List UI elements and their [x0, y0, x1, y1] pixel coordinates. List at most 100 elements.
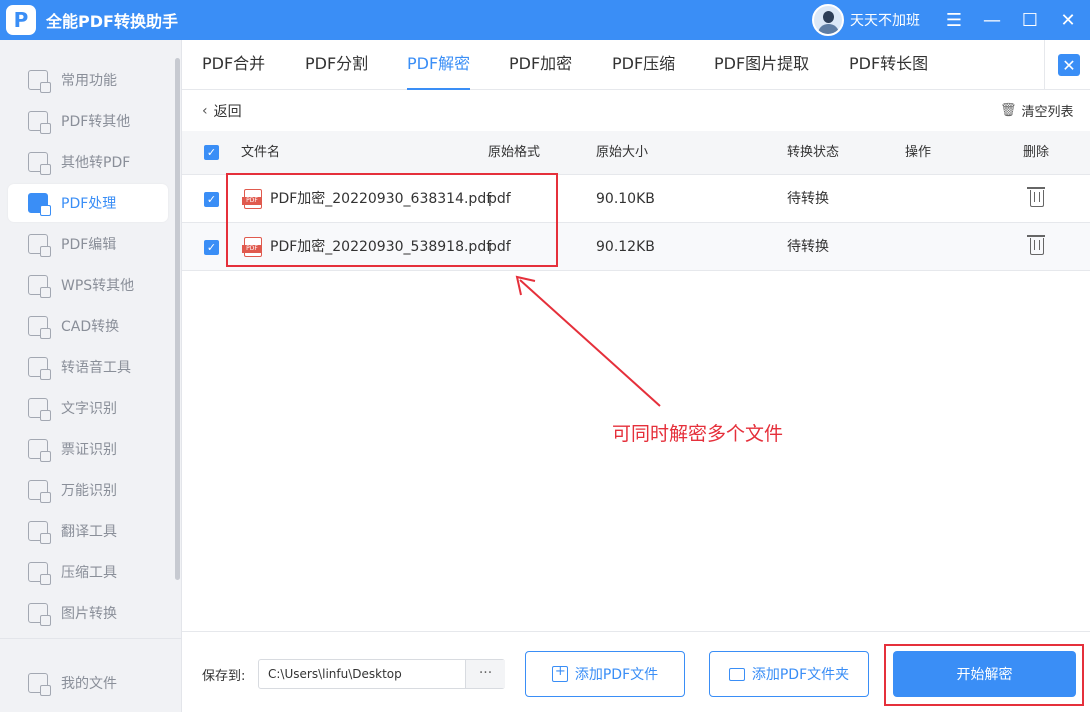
- clear-list-button[interactable]: 🗑 清空列表: [1000, 101, 1074, 120]
- add-folder-label: 添加PDF文件夹: [751, 667, 850, 683]
- sidebar-item-label: 其他转PDF: [61, 155, 131, 171]
- tab-pdf-encrypt[interactable]: PDF加密: [509, 40, 572, 90]
- sidebar-item-label: 转语音工具: [61, 360, 131, 376]
- minimize-icon[interactable]: —: [980, 8, 1004, 32]
- title-bar: P 全能PDF转换助手 天天不加班 ☰ — ☐ ✕: [0, 0, 1090, 40]
- column-filename: 文件名: [241, 145, 281, 160]
- sidebar-item-text-recognition[interactable]: 文字识别: [8, 389, 168, 427]
- sidebar-item-pdf-to-other[interactable]: PDF转其他: [8, 102, 168, 140]
- annotation-highlight-start: [884, 644, 1084, 706]
- bottom-divider: [182, 631, 1090, 632]
- pdf-edit-icon: [28, 234, 51, 257]
- sidebar-item-pdf-edit[interactable]: PDF编辑: [8, 225, 168, 263]
- add-pdf-folder-button[interactable]: 添加PDF文件夹: [709, 651, 869, 697]
- sidebar-item-label: CAD转换: [61, 319, 120, 335]
- sidebar-item-text-to-speech[interactable]: 转语音工具: [8, 348, 168, 386]
- pdf-process-icon: [28, 193, 51, 216]
- tab-divider: [1044, 40, 1045, 90]
- universal-recognition-icon: [28, 480, 51, 503]
- sidebar: 常用功能 PDF转其他 其他转PDF PDF处理 PDF编辑 WPS转其他 CA…: [0, 40, 182, 712]
- sidebar-item-image-convert[interactable]: 图片转换: [8, 594, 168, 632]
- column-status: 转换状态: [787, 145, 840, 160]
- sidebar-item-label: 常用功能: [61, 73, 117, 89]
- translate-icon: [28, 521, 51, 544]
- maximize-icon[interactable]: ☐: [1018, 8, 1042, 32]
- sidebar-item-my-files[interactable]: 我的文件: [8, 664, 168, 702]
- sidebar-item-cad-convert[interactable]: CAD转换: [8, 307, 168, 345]
- sidebar-item-label: WPS转其他: [61, 278, 135, 294]
- tab-pdf-image-extract[interactable]: PDF图片提取: [714, 40, 809, 90]
- sidebar-item-other-to-pdf[interactable]: 其他转PDF: [8, 143, 168, 181]
- text-recognition-icon: [28, 398, 51, 421]
- pdf-to-other-icon: [28, 111, 51, 134]
- row-checkbox[interactable]: ✓: [204, 192, 219, 207]
- tab-pdf-split[interactable]: PDF分割: [305, 40, 368, 90]
- avatar[interactable]: [812, 4, 844, 36]
- sidebar-item-label: 万能识别: [61, 483, 117, 499]
- sidebar-item-compress[interactable]: 压缩工具: [8, 553, 168, 591]
- cad-convert-icon: [28, 316, 51, 339]
- app-logo-icon: P: [6, 5, 36, 35]
- sidebar-item-common[interactable]: 常用功能: [8, 61, 168, 99]
- select-all-checkbox[interactable]: ✓: [204, 145, 219, 160]
- sidebar-item-label: PDF处理: [61, 196, 117, 212]
- text-to-speech-icon: [28, 357, 51, 380]
- chevron-left-icon: ‹: [202, 103, 208, 119]
- sidebar-scrollbar[interactable]: [175, 58, 180, 580]
- image-convert-icon: [28, 603, 51, 626]
- file-status: 待转换: [787, 239, 829, 255]
- column-format: 原始格式: [488, 145, 541, 160]
- save-path-field[interactable]: C:\Users\linfu\Desktop ···: [258, 659, 505, 689]
- save-to-label: 保存到:: [202, 669, 246, 684]
- sidebar-item-pdf-process[interactable]: PDF处理: [8, 184, 168, 222]
- app-title: 全能PDF转换助手: [46, 12, 178, 31]
- annotation-text: 可同时解密多个文件: [612, 423, 784, 445]
- my-files-icon: [28, 673, 51, 696]
- sidebar-item-ticket-recognition[interactable]: 票证识别: [8, 430, 168, 468]
- column-size: 原始大小: [596, 145, 649, 160]
- row-checkbox[interactable]: ✓: [204, 240, 219, 255]
- sidebar-divider: [0, 638, 182, 639]
- table-header: ✓ 文件名 原始格式 原始大小 转换状态 操作 删除: [182, 131, 1090, 175]
- compress-icon: [28, 562, 51, 585]
- user-name[interactable]: 天天不加班: [850, 10, 920, 30]
- back-label: 返回: [213, 104, 242, 120]
- close-icon[interactable]: ✕: [1056, 8, 1080, 32]
- file-size: 90.12KB: [596, 239, 655, 255]
- sidebar-item-label: 票证识别: [61, 442, 117, 458]
- tab-bar: PDF合并 PDF分割 PDF解密 PDF加密 PDF压缩 PDF图片提取 PD…: [182, 40, 1090, 90]
- sidebar-item-translate[interactable]: 翻译工具: [8, 512, 168, 550]
- ticket-recognition-icon: [28, 439, 51, 462]
- common-functions-icon: [28, 70, 51, 93]
- sidebar-item-label: 压缩工具: [61, 565, 117, 581]
- sidebar-item-label: PDF编辑: [61, 237, 117, 253]
- folder-icon: [728, 667, 745, 681]
- tab-pdf-compress[interactable]: PDF压缩: [612, 40, 675, 90]
- delete-icon[interactable]: [1027, 235, 1045, 255]
- user-account[interactable]: 天天不加班: [812, 4, 920, 36]
- tab-pdf-merge[interactable]: PDF合并: [202, 40, 265, 90]
- menu-icon[interactable]: ☰: [942, 8, 966, 32]
- browse-button[interactable]: ···: [465, 660, 505, 688]
- add-pdf-file-button[interactable]: 添加PDF文件: [525, 651, 685, 697]
- back-button[interactable]: ‹ 返回: [202, 101, 242, 121]
- delete-icon[interactable]: [1027, 187, 1045, 207]
- tab-pdf-long-image[interactable]: PDF转长图: [849, 40, 928, 90]
- annotation-highlight-files: [226, 173, 558, 267]
- sidebar-item-label: PDF转其他: [61, 114, 131, 130]
- column-delete: 删除: [1023, 145, 1050, 160]
- tab-pdf-decrypt[interactable]: PDF解密: [407, 40, 471, 90]
- add-file-label: 添加PDF文件: [574, 667, 659, 683]
- column-action: 操作: [905, 145, 932, 160]
- sidebar-item-label: 图片转换: [61, 606, 117, 622]
- close-panel-icon[interactable]: ✕: [1058, 54, 1080, 76]
- save-path-value[interactable]: C:\Users\linfu\Desktop: [268, 660, 402, 688]
- wps-convert-icon: [28, 275, 51, 298]
- sidebar-item-label: 翻译工具: [61, 524, 117, 540]
- clear-list-label: 清空列表: [1021, 105, 1074, 120]
- other-to-pdf-icon: [28, 152, 51, 175]
- sidebar-item-wps-convert[interactable]: WPS转其他: [8, 266, 168, 304]
- file-status: 待转换: [787, 191, 829, 207]
- file-size: 90.10KB: [596, 191, 655, 207]
- sidebar-item-universal-recognition[interactable]: 万能识别: [8, 471, 168, 509]
